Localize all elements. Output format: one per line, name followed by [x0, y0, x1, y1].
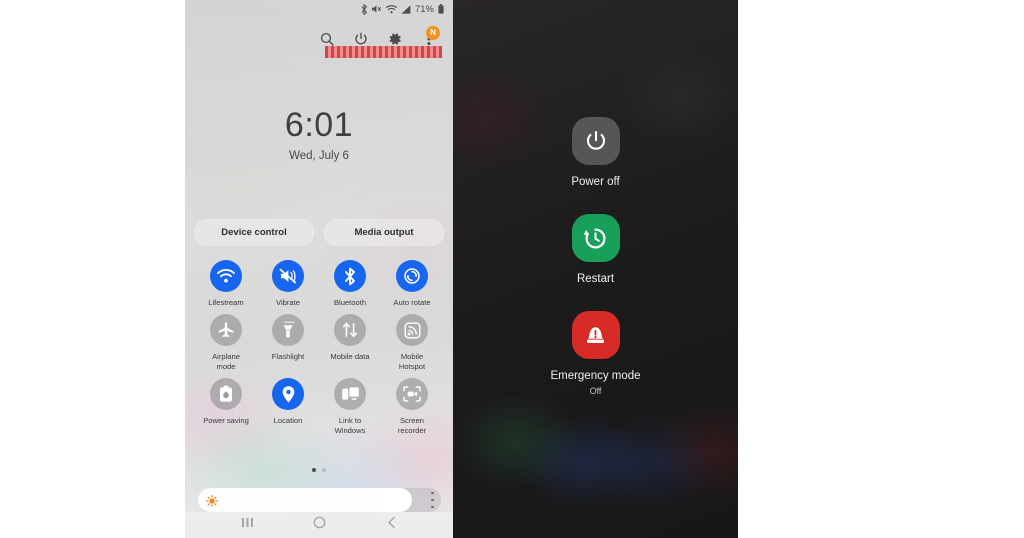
restart-button[interactable]: Restart — [453, 214, 738, 285]
vibrate-icon — [272, 260, 304, 292]
wifi-icon — [386, 4, 397, 14]
restart-icon — [571, 214, 620, 262]
tile-label: Link to Windows — [334, 416, 366, 435]
page-dot-1[interactable] — [312, 468, 316, 472]
battery-percentage: 71% — [414, 3, 434, 15]
tile-label: Mobile data — [330, 352, 370, 362]
tile-label: Airplane mode — [212, 352, 240, 371]
tile-power-saving[interactable]: Power saving — [203, 378, 249, 435]
toggle-row: Lifestream Vibrate Bluetooth Auto rotate — [185, 260, 453, 307]
media-output-button[interactable]: Media output — [324, 219, 444, 246]
status-bar: 71% — [185, 0, 453, 18]
tile-location[interactable]: Location — [267, 378, 310, 435]
gear-icon[interactable] — [387, 31, 403, 47]
emergency-mode-label: Emergency mode — [550, 370, 641, 382]
power-off-label: Power off — [571, 176, 620, 188]
tile-label: Bluetooth — [333, 298, 367, 307]
back-icon[interactable] — [385, 516, 398, 534]
emergency-siren-icon — [571, 311, 620, 359]
link-to-windows-icon — [334, 378, 366, 411]
emergency-mode-button[interactable]: Emergency mode Off — [453, 311, 738, 396]
home-icon[interactable] — [313, 516, 326, 534]
redacted-text-bar — [325, 46, 442, 58]
notification-badge: N — [426, 26, 440, 40]
quick-action-pills: Device control Media output — [185, 219, 453, 246]
restart-label: Restart — [576, 273, 615, 285]
bluetooth-icon — [334, 260, 366, 292]
auto-rotate-icon — [396, 260, 428, 292]
tile-mobile-data[interactable]: Mobile data — [329, 314, 372, 371]
search-icon[interactable] — [319, 31, 335, 47]
tile-label: Location — [273, 416, 303, 426]
tile-link-to-windows[interactable]: Link to Windows — [329, 378, 372, 435]
power-saving-icon — [210, 378, 242, 411]
tile-label: Vibrate — [276, 298, 300, 307]
navigation-bar — [185, 512, 453, 538]
screen-recorder-icon — [396, 378, 428, 411]
brightness-fill — [198, 488, 412, 512]
tile-label: Screen recorder — [397, 416, 427, 435]
quick-settings-panel: 71% N 6:01 Wed, July 6 Device control Me… — [185, 0, 453, 538]
lockscreen-clock: 6:01 Wed, July 6 — [185, 108, 453, 162]
battery-icon — [438, 4, 444, 14]
power-icon[interactable] — [353, 31, 369, 47]
hotspot-icon — [396, 314, 428, 347]
tile-lifestream[interactable]: Lifestream — [205, 260, 248, 307]
tile-airplane-mode[interactable]: Airplane mode — [205, 314, 248, 371]
mute-icon — [371, 4, 382, 14]
bluetooth-icon — [361, 3, 368, 15]
signal-icon — [401, 4, 411, 14]
tile-auto-rotate[interactable]: Auto rotate — [391, 260, 434, 307]
emergency-mode-status: Off — [589, 386, 602, 396]
more-vertical-icon[interactable]: N — [421, 26, 440, 47]
recents-icon[interactable] — [241, 516, 254, 534]
tile-label: Lifestream — [208, 298, 244, 307]
quick-toggle-grid: Lifestream Vibrate Bluetooth Auto rotate… — [185, 260, 453, 442]
page-indicator — [185, 468, 453, 472]
tile-bluetooth[interactable]: Bluetooth — [329, 260, 372, 307]
tile-label: Mobile Hotspot — [398, 352, 426, 371]
mobile-data-icon — [334, 314, 366, 347]
screenshot-stage: 71% N 6:01 Wed, July 6 Device control Me… — [0, 0, 1024, 538]
tile-label: Flashlight — [271, 352, 305, 362]
flashlight-icon — [272, 314, 304, 347]
tile-label: Power saving — [203, 416, 249, 426]
page-dot-2[interactable] — [322, 468, 326, 472]
tile-vibrate[interactable]: Vibrate — [267, 260, 310, 307]
brightness-sun-icon — [206, 494, 218, 507]
power-icon — [571, 117, 620, 165]
device-control-button[interactable]: Device control — [194, 219, 314, 246]
brightness-slider-row[interactable] — [198, 488, 441, 512]
toggle-row: Power saving Location Link to Windows Sc… — [185, 378, 453, 435]
tile-label: Auto rotate — [393, 298, 431, 307]
airplane-icon — [210, 314, 242, 347]
wifi-icon — [210, 260, 242, 292]
toggle-row: Airplane mode Flashlight Mobile data Mob… — [185, 314, 453, 371]
tile-flashlight[interactable]: Flashlight — [267, 314, 310, 371]
tile-mobile-hotspot[interactable]: Mobile Hotspot — [391, 314, 434, 371]
clock-date: Wed, July 6 — [289, 150, 349, 162]
power-off-button[interactable]: Power off — [453, 117, 738, 188]
brightness-more-icon[interactable] — [431, 492, 434, 508]
location-pin-icon — [272, 378, 304, 411]
tile-screen-recorder[interactable]: Screen recorder — [391, 378, 434, 435]
clock-time: 6:01 — [284, 106, 354, 144]
brightness-slider[interactable] — [198, 488, 441, 512]
power-menu-panel: Power off Restart Emergency mode Off — [453, 0, 738, 538]
